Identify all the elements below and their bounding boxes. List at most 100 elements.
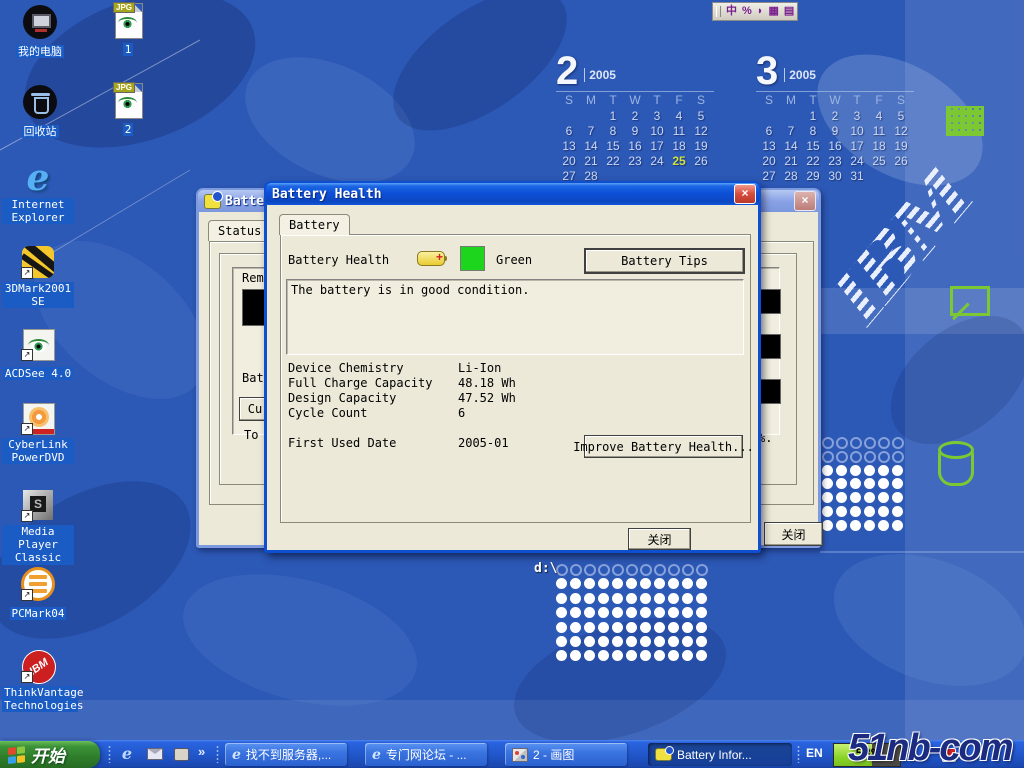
wallpaper-dot [822,506,833,517]
pcmark04[interactable]: PCMark04 [2,566,74,622]
task-label: 找不到服务器,... [246,746,331,763]
condition-textbox[interactable]: The battery is in good condition. [286,279,744,355]
wallpaper-dot [570,578,581,589]
calendar-date: 10 [646,124,668,139]
taskbar-task-0[interactable]: e找不到服务器,... [225,743,347,766]
3dmark2001-se-icon [20,244,56,280]
shortcut-arrow-icon [21,510,33,522]
calendar-day-header: W [624,93,646,109]
my-computer[interactable]: 我的电脑 [4,4,76,60]
quick-launch-overflow-chevron[interactable]: » [198,744,205,759]
wallpaper-dot [556,593,567,604]
battery-gauge-right-2 [758,334,781,359]
close-button[interactable]: 关闭 [628,528,691,550]
ime-icon-2[interactable]: ◗ [757,4,764,19]
calendar-date: 15 [802,139,824,154]
3dmark2001-se[interactable]: 3DMark2001 SE [2,244,74,310]
calendar-header: 32005 [756,54,914,88]
calendar-date: 22 [602,154,624,169]
wallpaper-dot [850,437,862,449]
calendar-year: 2005 [784,68,816,82]
wallpaper-dot [864,478,875,489]
wallpaper-dot [864,465,875,476]
wallpaper-dot [626,636,637,647]
calendar-date: 11 [668,124,690,139]
tab-status[interactable]: Status [208,220,271,241]
wallpaper-dot [822,451,834,463]
wallpaper-dot [654,593,665,604]
battery-icon [655,748,672,761]
quick-launch-show-desktop-icon[interactable] [172,745,190,763]
quick-launch-mail-icon[interactable] [146,745,164,763]
shortcut-arrow-icon [21,423,33,435]
ime-icon-1[interactable]: % [742,4,752,19]
wallpaper-dot [850,506,861,517]
battery-health-window[interactable]: Battery Health Battery Battery Health Gr… [264,181,761,553]
taskbar-task-1[interactable]: e专门网论坛 - ... [365,743,487,766]
battery-gauge-right-1 [758,289,781,314]
wallpaper-dot [612,650,623,661]
wallpaper-dot [626,564,638,576]
calendar-date: 21 [780,154,802,169]
wallpaper-dot [626,607,637,618]
quick-launch-ie-icon[interactable]: e [118,745,136,763]
wallpaper-dot [878,451,890,463]
calendar-day-header: S [758,93,780,109]
ime-language-bar[interactable]: 中% ◗ ▦ ▤ [712,2,798,21]
wallpaper-dot [850,492,861,503]
wallpaper-dot [584,593,595,604]
calendar-date: 17 [846,139,868,154]
wallpaper-dot [584,607,595,618]
acdsee-40[interactable]: ACDSee 4.0 [2,326,74,382]
wallpaper-dot [696,564,708,576]
ime-icon-3[interactable]: ▦ [768,4,778,19]
improve-battery-health-button[interactable]: Improve Battery Health... [584,435,743,458]
wallpaper-dot [556,578,567,589]
wallpaper-dot [612,593,623,604]
language-indicator[interactable]: EN [806,746,823,760]
thinkvantage-technologies[interactable]: IBMThinkVantage Technologies [2,648,74,714]
wallpaper-dot [682,622,693,633]
wallpaper-dot [640,622,651,633]
taskbar-task-2[interactable]: 2 - 画图 [505,743,627,766]
close-icon[interactable] [794,191,816,211]
wallpaper-dot [892,437,904,449]
jpg-file-2[interactable]: JPG2 [92,82,164,138]
internet-explorer[interactable]: eInternet Explorer [2,160,74,226]
tab-battery[interactable]: Battery [279,214,350,235]
calendar-day-header: S [890,93,912,109]
ime-icon-4[interactable]: ▤ [784,4,794,19]
jpg-file-1-label: 1 [123,43,134,56]
start-button[interactable]: 开始 [0,741,100,768]
battery-health-titlebar[interactable]: Battery Health [266,183,759,205]
calendar-day-header: S [558,93,580,109]
info-row-value: 48.18 Wh [458,376,516,390]
battery-tips-button[interactable]: Battery Tips [584,248,745,274]
calendar-date [758,109,780,124]
calendar-date: 10 [846,124,868,139]
wallpaper-dot [822,465,833,476]
close-button-bg[interactable]: 关闭 [764,522,823,546]
info-row-label: Cycle Count [288,406,367,420]
recycle-bin[interactable]: 回收站 [4,84,76,140]
calendar-date: 17 [646,139,668,154]
taskbar-task-3[interactable]: Battery Infor... [648,743,792,766]
calendar-date: 6 [558,124,580,139]
calendar-date: 23 [624,154,646,169]
wallpaper-dot [668,607,679,618]
cyberlink-powerdvd[interactable]: CyberLink PowerDVD [2,400,74,466]
calendar-month-number: 2 [556,54,578,88]
calendar-date: 26 [690,154,712,169]
shortcut-arrow-icon [21,671,33,683]
close-icon[interactable] [734,184,756,204]
jpg-file-1[interactable]: JPG1 [92,2,164,58]
calendar-day-header: F [868,93,890,109]
info-row-value: 47.52 Wh [458,391,516,405]
media-player-classic[interactable]: SMedia Player Classic [2,487,74,566]
calendar-date: 22 [802,154,824,169]
calendar-date: 1 [602,109,624,124]
wallpaper-dot [556,650,567,661]
calendar-grid: SMTWTFS123456789101112131415161718192021… [756,93,914,184]
ime-icon-0[interactable]: 中 [726,4,737,19]
calendar-date: 26 [890,154,912,169]
